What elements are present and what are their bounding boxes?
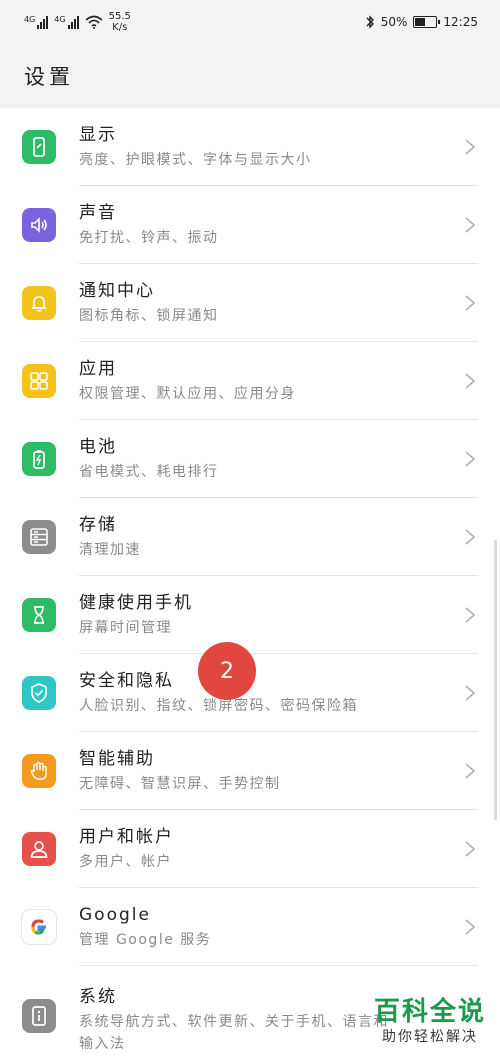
chevron-right-icon [465,451,476,467]
item-title: Google [79,905,151,925]
item-title: 显示 [79,125,117,145]
shield-icon-glyph [31,683,47,703]
item-title: 系统 [79,987,117,1008]
settings-item-users-accounts[interactable]: 用户和帐户 多用户、帐户 [0,810,500,888]
settings-item-digital-balance[interactable]: 健康使用手机 屏幕时间管理 [0,576,500,654]
settings-item-display[interactable]: 显示 亮度、护眼模式、字体与显示大小 [0,108,500,186]
item-subtitle: 权限管理、默认应用、应用分身 [79,386,296,402]
storage-icon [22,520,56,554]
user-icon [22,832,56,866]
bell-icon-glyph [32,296,46,312]
status-bar-left: 4G 4G 55.5 K/s [24,11,131,33]
item-subtitle: 清理加速 [79,542,141,558]
settings-item-storage[interactable]: 存储 清理加速 [0,498,500,576]
item-subtitle: 系统导航方式、软件更新、关于手机、语言和 [79,1014,389,1031]
network-speed: 55.5 K/s [109,11,131,33]
chevron-right-icon [465,841,476,857]
signal1-label: 4G [24,15,36,24]
item-subtitle: 管理 Google 服务 [79,932,212,948]
chevron-right-icon [465,763,476,779]
battery-icon [22,442,56,476]
settings-item-accessibility[interactable]: 智能辅助 无障碍、智慧识屏、手势控制 [0,732,500,810]
scrollbar[interactable] [494,540,497,820]
system-info-icon [22,999,56,1033]
settings-item-notifications[interactable]: 通知中心 图标角标、锁屏通知 [0,264,500,342]
hourglass-icon [22,598,56,632]
item-subtitle: 多用户、帐户 [79,854,172,870]
hourglass-icon-glyph [34,606,44,624]
speaker-icon-glyph [31,217,47,233]
chevron-right-icon [465,685,476,701]
item-title: 智能辅助 [79,749,155,769]
chevron-right-icon [465,529,476,545]
watermark-logo: 百科全说 助你轻松解决 [374,997,486,1047]
google-icon-glyph [31,919,46,935]
item-title: 健康使用手机 [79,593,193,613]
bell-icon [22,286,56,320]
item-subtitle: 无障碍、智慧识屏、手势控制 [79,776,281,792]
apps-grid-icon-glyph [30,372,48,390]
item-subtitle: 省电模式、耗电排行 [79,464,219,480]
speed-value: 55.5 [108,11,131,22]
bluetooth-icon [366,15,374,29]
battery-icon-glyph [33,450,45,469]
settings-item-google[interactable]: Google 管理 Google 服务 [0,888,500,966]
storage-icon-glyph [30,528,48,546]
settings-item-apps[interactable]: 应用 权限管理、默认应用、应用分身 [0,342,500,420]
item-subtitle: 屏幕时间管理 [79,620,172,636]
speed-unit: K/s [112,22,128,33]
status-bar-right: 50% 12:25 [365,15,478,29]
shield-icon [22,676,56,710]
watermark-subtitle: 助你轻松解决 [381,1029,478,1045]
hand-icon [22,754,56,788]
display-icon-glyph [33,137,45,157]
chevron-right-icon [465,373,476,389]
item-title: 存储 [79,515,117,535]
display-icon [22,130,56,164]
app-header: 设置 [0,44,500,108]
item-title: 声音 [79,203,117,223]
watermark-title: 百科全说 [373,997,486,1027]
chevron-right-icon [465,139,476,155]
item-title: 电池 [79,437,117,457]
chevron-right-icon [465,217,476,233]
page-title: 设置 [24,65,74,89]
item-subtitle-line2: 输入法 [79,1036,126,1053]
settings-list: 显示 亮度、护眼模式、字体与显示大小 声音 免打扰、铃声、振动 通知中心 图标角… [0,108,500,1057]
settings-item-sound[interactable]: 声音 免打扰、铃声、振动 [0,186,500,264]
item-subtitle: 亮度、护眼模式、字体与显示大小 [79,152,312,168]
system-info-icon-glyph [32,1006,46,1026]
speaker-icon [22,208,56,242]
hand-icon-glyph [30,761,47,780]
chevron-right-icon [465,919,476,935]
status-bar: 4G 4G 55.5 K/s 50% 12:25 [0,0,500,44]
signal-strength-icon: 4G [24,15,49,29]
battery-percent: 50% [380,15,408,29]
item-subtitle: 图标角标、锁屏通知 [79,308,219,324]
signal-strength-icon: 4G [54,15,79,29]
settings-item-battery[interactable]: 电池 省电模式、耗电排行 [0,420,500,498]
apps-grid-icon [22,364,56,398]
item-title: 通知中心 [79,281,155,301]
battery-icon [413,16,441,28]
step-badge: 2 [198,642,256,700]
clock: 12:25 [443,15,478,29]
item-title: 应用 [79,359,117,379]
google-icon [22,910,56,944]
signal2-label: 4G [54,15,66,24]
item-title: 用户和帐户 [79,827,174,847]
chevron-right-icon [465,607,476,623]
chevron-right-icon [465,295,476,311]
item-subtitle: 免打扰、铃声、振动 [79,230,219,246]
user-icon-glyph [30,841,48,858]
wifi-icon [85,15,103,29]
